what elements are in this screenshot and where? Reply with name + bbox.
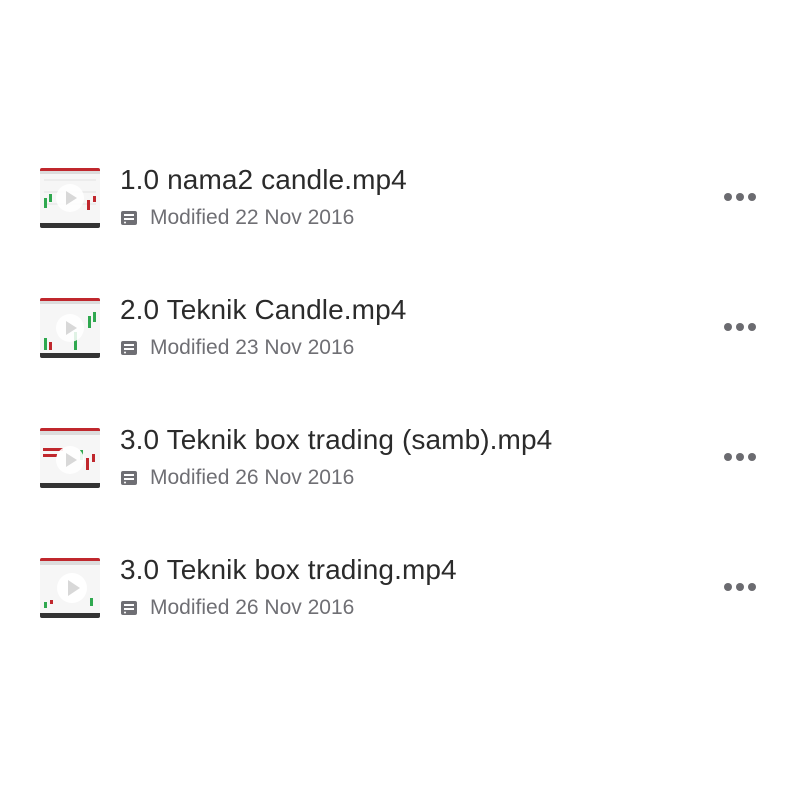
more-horizontal-icon [748,323,756,331]
more-horizontal-icon [748,453,756,461]
more-horizontal-icon [736,193,744,201]
video-thumbnail[interactable] [40,558,100,618]
chart-thumbnail-graphic [40,298,100,358]
chart-thumbnail-graphic [40,558,100,618]
file-name[interactable]: 3.0 Teknik box trading (samb).mp4 [120,424,552,456]
file-list: 1.0 nama2 candle.mp4 Modified 22 Nov 201… [0,0,800,800]
chart-thumbnail-graphic [40,428,100,488]
file-meta: Modified 26 Nov 2016 [120,466,354,490]
drive-icon [121,341,137,355]
more-horizontal-icon [736,323,744,331]
drive-icon [121,211,137,225]
drive-icon [121,601,137,615]
video-thumbnail[interactable] [40,298,100,358]
more-horizontal-icon [724,193,732,201]
chart-thumbnail-graphic [40,168,100,228]
file-row[interactable]: 2.0 Teknik Candle.mp4 Modified 23 Nov 20… [0,280,800,410]
drive-icon [121,471,137,485]
file-row[interactable]: 3.0 Teknik box trading (samb).mp4 Modifi… [0,410,800,540]
more-horizontal-icon [748,193,756,201]
more-horizontal-icon [724,583,732,591]
file-row[interactable]: 3.0 Teknik box trading.mp4 Modified 26 N… [0,540,800,670]
modified-date: Modified 22 Nov 2016 [150,206,355,229]
modified-date: Modified 23 Nov 2016 [150,336,355,359]
more-options-button[interactable] [716,569,764,605]
file-name[interactable]: 1.0 nama2 candle.mp4 [120,164,407,196]
video-thumbnail[interactable] [40,168,100,228]
more-horizontal-icon [748,583,756,591]
file-meta: Modified 23 Nov 2016 [120,336,354,360]
file-meta: Modified 26 Nov 2016 [120,596,354,620]
file-name[interactable]: 3.0 Teknik box trading.mp4 [120,554,457,586]
more-horizontal-icon [736,453,744,461]
more-horizontal-icon [724,323,732,331]
file-meta: Modified 22 Nov 2016 [120,206,354,230]
file-name[interactable]: 2.0 Teknik Candle.mp4 [120,294,406,326]
more-options-button[interactable] [716,439,764,475]
more-horizontal-icon [724,453,732,461]
more-options-button[interactable] [716,309,764,345]
more-options-button[interactable] [716,179,764,215]
more-horizontal-icon [736,583,744,591]
modified-date: Modified 26 Nov 2016 [150,466,355,489]
file-row[interactable]: 1.0 nama2 candle.mp4 Modified 22 Nov 201… [0,150,800,280]
modified-date: Modified 26 Nov 2016 [150,596,355,619]
video-thumbnail[interactable] [40,428,100,488]
